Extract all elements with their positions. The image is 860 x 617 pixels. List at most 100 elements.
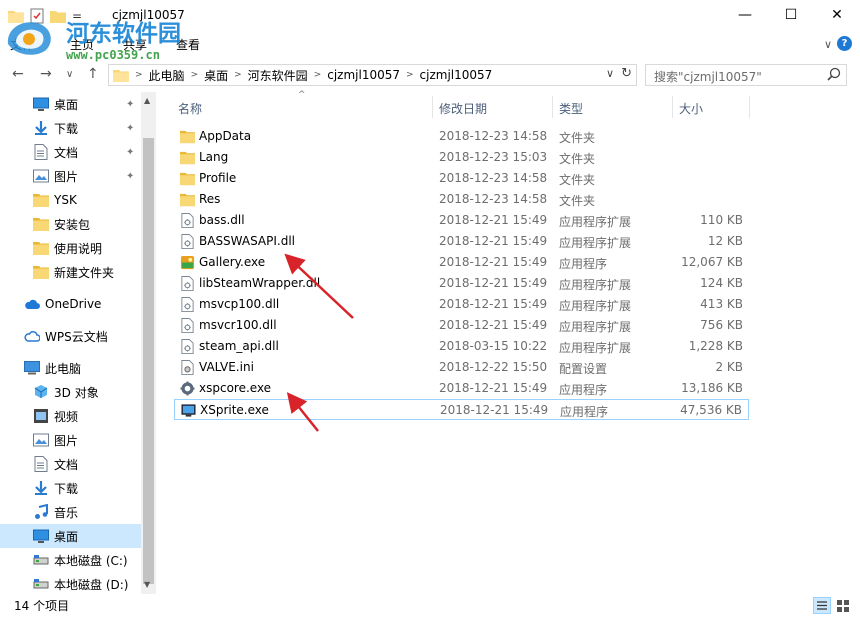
file-row[interactable]: Lang 2018-12-23 15:03 文件夹: [174, 147, 749, 168]
sidebar-item[interactable]: 图片 ✦: [0, 164, 141, 188]
desktop-icon: [33, 97, 49, 111]
navigation-bar: ← → ∨ ↑ > 此电脑 > 桌面 > 河东软件园 > cjzmjl10057…: [0, 60, 860, 90]
folder-icon: [113, 69, 129, 82]
folder-icon: [33, 242, 49, 255]
picture-icon: [33, 433, 49, 447]
column-divider[interactable]: [749, 96, 750, 118]
file-row[interactable]: libSteamWrapper.dll 2018-12-21 15:49 应用程序扩…: [174, 273, 749, 294]
folder-icon: [180, 130, 195, 144]
sidebar-item[interactable]: 下载: [0, 476, 141, 500]
file-type: 应用程序: [559, 383, 608, 397]
sidebar-item[interactable]: 本地磁盘 (D:): [0, 572, 141, 594]
nav-scrollbar-thumb[interactable]: [143, 138, 154, 584]
file-row[interactable]: Res 2018-12-23 14:58 文件夹: [174, 189, 749, 210]
sidebar-item[interactable]: 文档 ✦: [0, 140, 141, 164]
file-size: 1,228 KB: [688, 339, 743, 353]
breadcrumb-cjzmjl-1[interactable]: cjzmjl10057: [327, 68, 400, 82]
column-divider[interactable]: [672, 96, 673, 118]
column-header-type[interactable]: 类型: [559, 100, 583, 117]
sidebar-item-label: 本地磁盘 (D:): [54, 577, 129, 592]
gallery-exe-icon: [180, 255, 195, 270]
file-row[interactable]: msvcp100.dll 2018-12-21 15:49 应用程序扩展 413 KB: [174, 294, 749, 315]
breadcrumb-separator[interactable]: >: [406, 70, 414, 80]
breadcrumb-separator[interactable]: >: [191, 70, 199, 80]
breadcrumb-separator[interactable]: >: [314, 70, 322, 80]
file-row[interactable]: Gallery.exe 2018-12-21 15:49 应用程序 12,067 KB: [174, 252, 749, 273]
file-row[interactable]: xspcore.exe 2018-12-21 15:49 应用程序 13,186 KB: [174, 378, 749, 399]
sidebar-item[interactable]: 音乐: [0, 500, 141, 524]
file-name: msvcp100.dll: [199, 297, 280, 311]
refresh-icon[interactable]: ↻: [621, 66, 632, 81]
file-date: 2018-12-23 15:03: [439, 150, 548, 164]
ini-icon: [181, 360, 194, 375]
sidebar-item[interactable]: 桌面: [0, 524, 141, 548]
sidebar-item[interactable]: OneDrive: [0, 292, 141, 316]
column-header-size[interactable]: 大小: [679, 100, 703, 117]
maximize-button[interactable]: ☐: [768, 0, 814, 30]
breadcrumb-separator[interactable]: >: [234, 70, 242, 80]
file-date: 2018-03-15 10:22: [439, 339, 548, 353]
breadcrumb-desktop[interactable]: 桌面: [204, 67, 228, 84]
column-divider[interactable]: [432, 96, 433, 118]
file-row[interactable]: Profile 2018-12-23 14:58 文件夹: [174, 168, 749, 189]
expand-ribbon-icon[interactable]: ∨: [824, 38, 832, 51]
back-button[interactable]: ←: [12, 66, 24, 82]
file-row[interactable]: BASSWASAPI.dll 2018-12-21 15:49 应用程序扩展 12 K…: [174, 231, 749, 252]
sidebar-item-label: YSK: [54, 193, 77, 207]
up-button[interactable]: ↑: [87, 66, 99, 82]
sidebar-item[interactable]: 本地磁盘 (C:): [0, 548, 141, 572]
sidebar-item[interactable]: 安装包: [0, 212, 141, 236]
pin-icon: ✦: [126, 170, 135, 182]
file-row[interactable]: VALVE.ini 2018-12-22 15:50 配置设置 2 KB: [174, 357, 749, 378]
details-view-icon[interactable]: [813, 597, 831, 614]
music-icon: [35, 504, 48, 519]
breadcrumb-cjzmjl-2[interactable]: cjzmjl10057: [420, 68, 493, 82]
scroll-down-icon[interactable]: ▼: [144, 580, 150, 589]
file-type: 应用程序扩展: [559, 236, 632, 250]
sidebar-item[interactable]: 新建文件夹: [0, 260, 141, 284]
sidebar-item[interactable]: 文档: [0, 452, 141, 476]
search-icon[interactable]: [827, 67, 841, 81]
sidebar-item[interactable]: WPS云文档: [0, 324, 141, 348]
sidebar-item[interactable]: 此电脑: [0, 356, 141, 380]
sidebar-item[interactable]: 视频: [0, 404, 141, 428]
sidebar-item[interactable]: 图片: [0, 428, 141, 452]
minimize-button[interactable]: —: [722, 0, 768, 30]
address-bar[interactable]: > 此电脑 > 桌面 > 河东软件园 > cjzmjl10057 > cjzmj…: [108, 64, 637, 86]
search-box[interactable]: 搜索"cjzmjl10057": [645, 64, 847, 86]
breadcrumb-hedong[interactable]: 河东软件园: [248, 67, 308, 84]
sidebar-item-label: 文档: [54, 457, 79, 472]
breadcrumb-separator[interactable]: >: [135, 70, 143, 80]
file-type: 应用程序扩展: [559, 278, 632, 292]
forward-button[interactable]: →: [40, 66, 52, 82]
file-row[interactable]: bass.dll 2018-12-21 15:49 应用程序扩展 110 KB: [174, 210, 749, 231]
breadcrumb-this-pc[interactable]: 此电脑: [149, 67, 185, 84]
sidebar-item[interactable]: 桌面 ✦: [0, 92, 141, 116]
file-date: 2018-12-23 14:58: [439, 192, 548, 206]
close-button[interactable]: ✕: [814, 0, 860, 30]
search-input[interactable]: 搜索"cjzmjl10057": [654, 68, 762, 85]
sidebar-item[interactable]: 下载 ✦: [0, 116, 141, 140]
file-name: msvcr100.dll: [199, 318, 277, 332]
watermark-text: 河东软件园: [66, 21, 181, 47]
help-icon[interactable]: ?: [837, 36, 852, 51]
column-divider[interactable]: [552, 96, 553, 118]
file-row[interactable]: XSprite.exe 2018-12-21 15:49 应用程序 47,536 KB: [174, 399, 749, 420]
file-row[interactable]: AppData 2018-12-23 14:58 文件夹: [174, 126, 749, 147]
sidebar-item-label: 桌面: [54, 97, 79, 112]
column-header-name[interactable]: 名称: [178, 100, 202, 117]
sidebar-item[interactable]: 使用说明: [0, 236, 141, 260]
address-dropdown-icon[interactable]: ∨: [606, 67, 614, 80]
file-row[interactable]: steam_api.dll 2018-03-15 10:22 应用程序扩展 1,228…: [174, 336, 749, 357]
column-header-date[interactable]: 修改日期: [439, 100, 487, 117]
file-type: 应用程序扩展: [559, 320, 632, 334]
sidebar-item[interactable]: YSK: [0, 188, 141, 212]
sidebar-item[interactable]: 3D 对象: [0, 380, 141, 404]
sidebar-item-label: 使用说明: [54, 241, 103, 256]
file-size: 413 KB: [700, 297, 743, 311]
file-row[interactable]: msvcr100.dll 2018-12-21 15:49 应用程序扩展 756 KB: [174, 315, 749, 336]
large-icons-view-icon[interactable]: [834, 597, 852, 614]
recent-locations-button[interactable]: ∨: [66, 69, 73, 80]
scroll-up-icon[interactable]: ▲: [144, 96, 150, 105]
file-type: 应用程序扩展: [559, 299, 632, 313]
